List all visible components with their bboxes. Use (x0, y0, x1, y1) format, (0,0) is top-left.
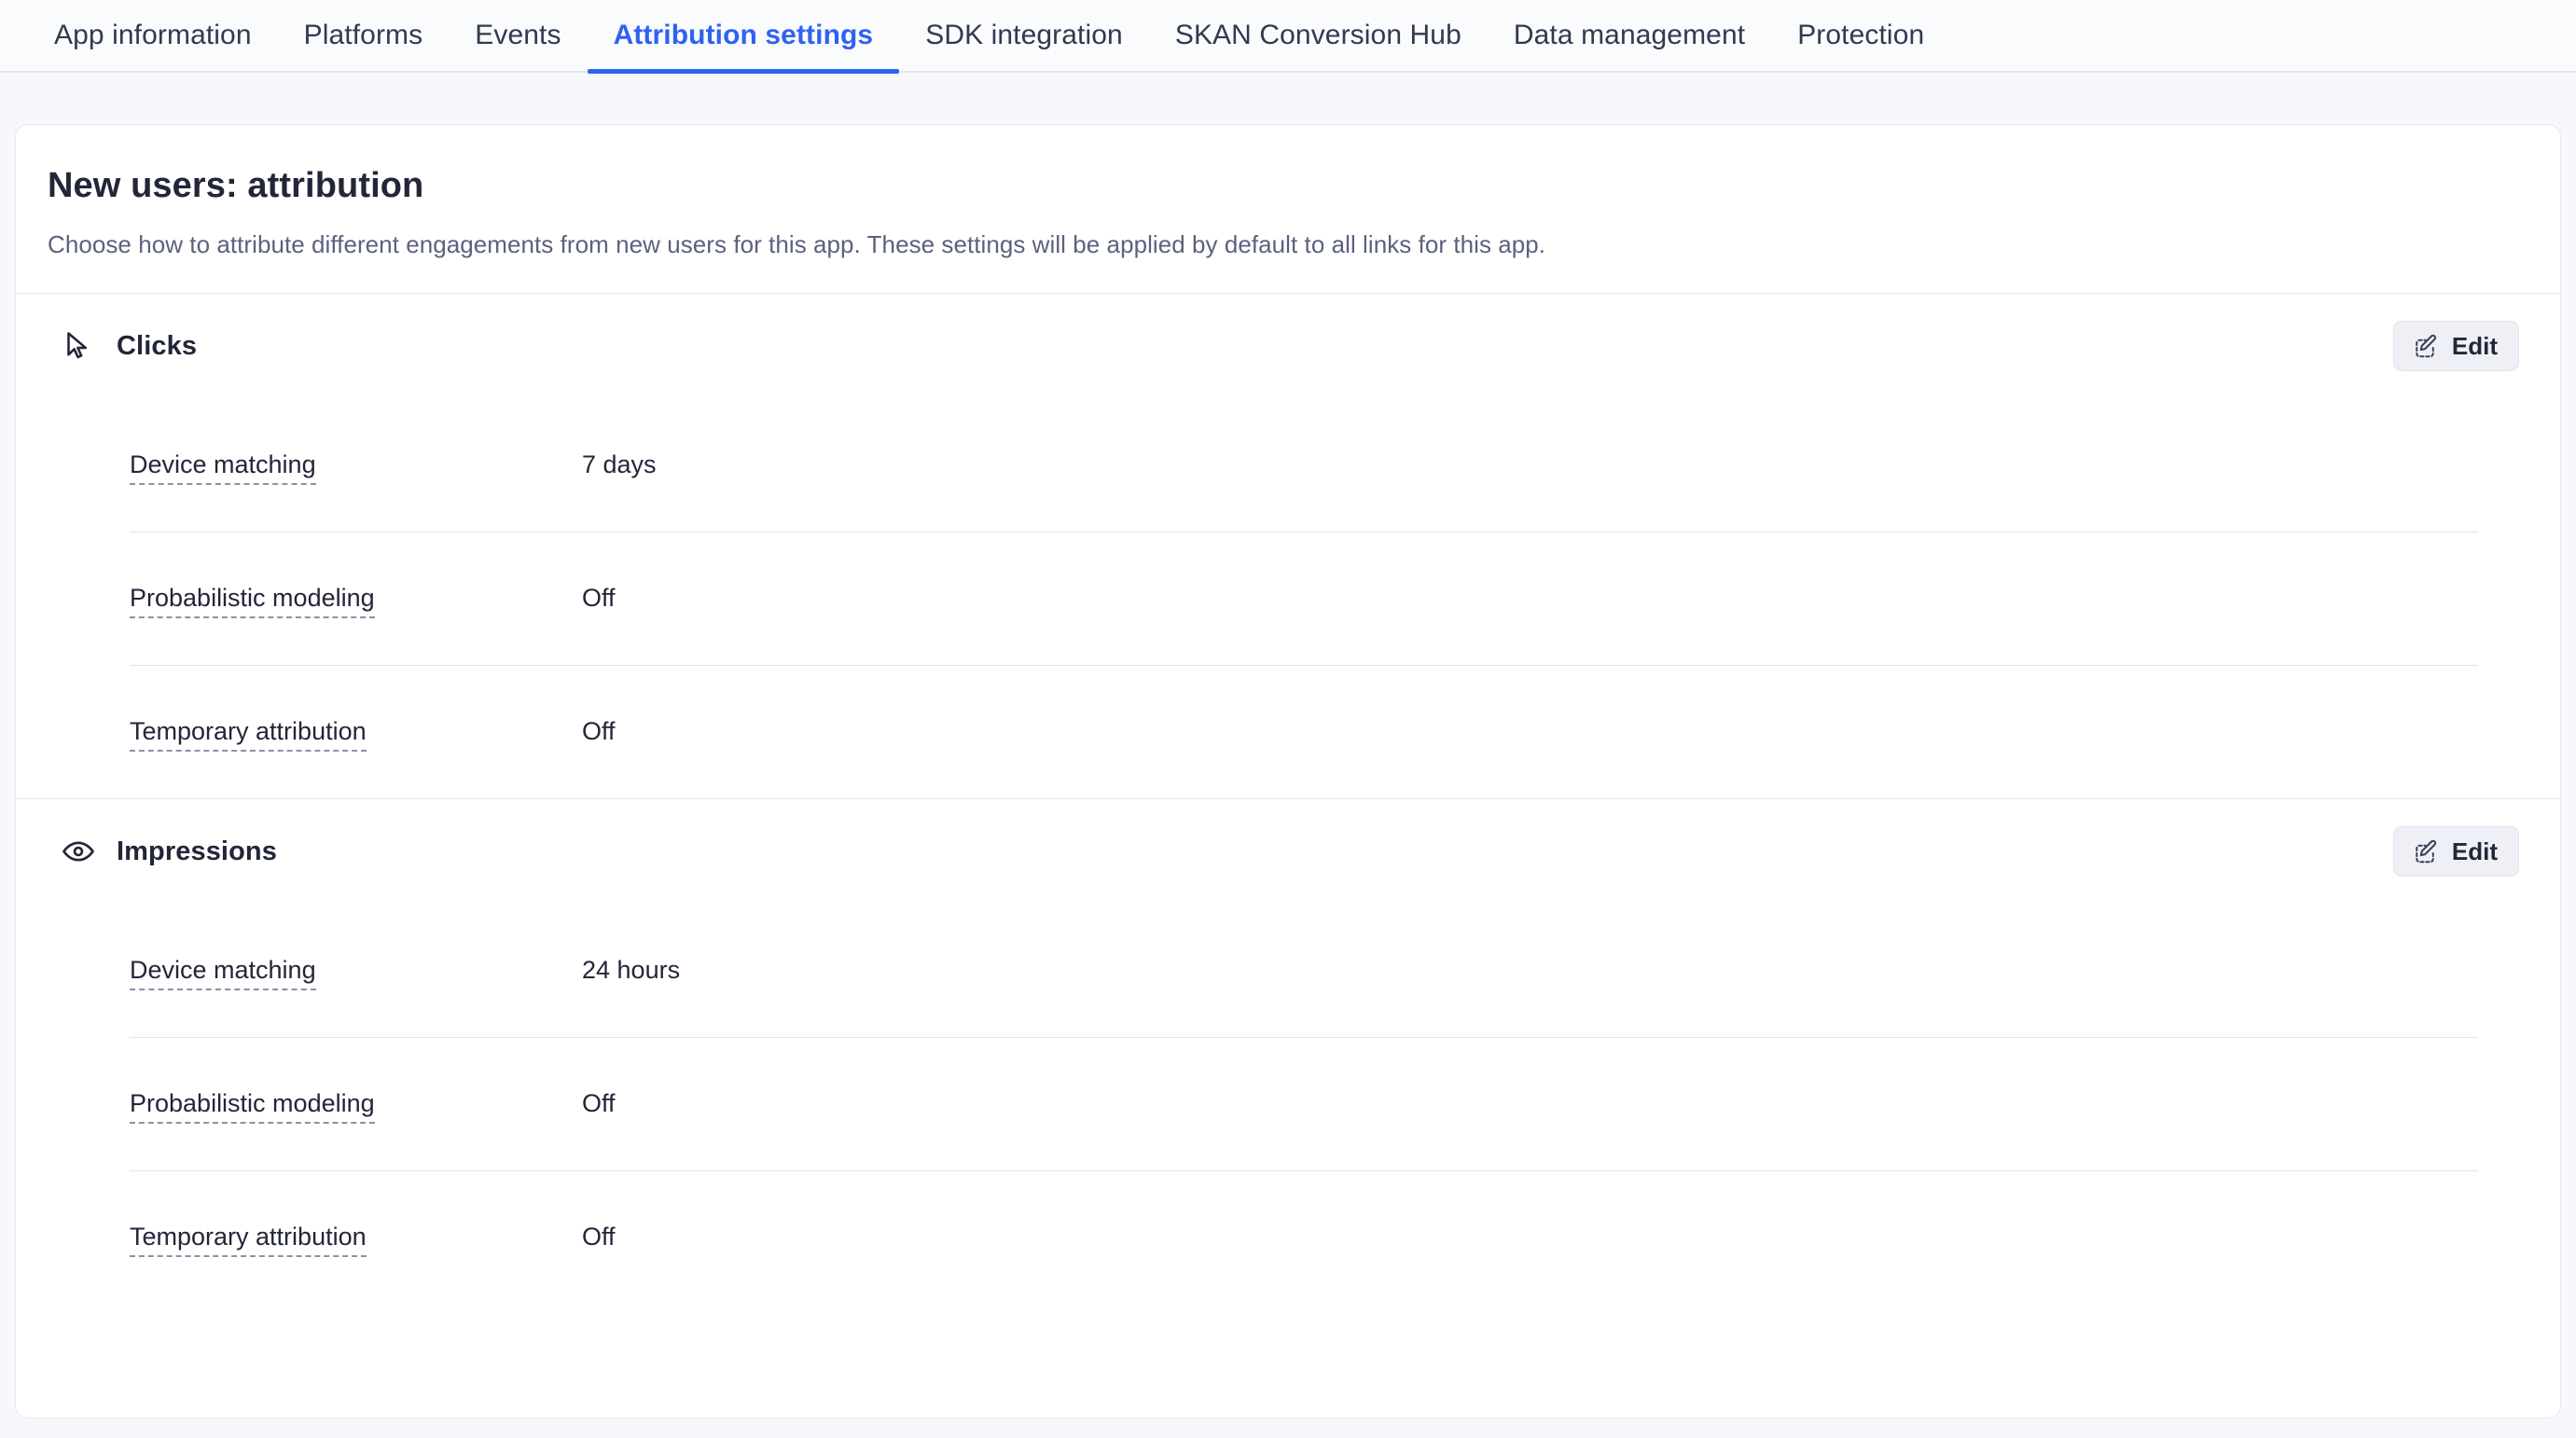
setting-value-probabilistic-modeling: Off (582, 1089, 616, 1117)
edit-clicks-label: Edit (2451, 331, 2498, 360)
section-clicks: Clicks Edit Device matching 7 days Proba… (16, 294, 2560, 798)
page-subtitle: Choose how to attribute different engage… (48, 230, 1546, 258)
setting-value-device-matching: 7 days (582, 450, 657, 478)
row-label: Temporary attribution (130, 1223, 582, 1257)
row-clicks-device-matching: Device matching 7 days (130, 398, 2478, 532)
edit-impressions-label: Edit (2451, 837, 2498, 865)
section-impressions-header: Impressions Edit (48, 799, 2528, 904)
row-clicks-temporary-attribution: Temporary attribution Off (130, 665, 2478, 798)
tab-app-information[interactable]: App information (28, 0, 278, 72)
row-label: Device matching (130, 956, 582, 990)
row-label: Device matching (130, 450, 582, 485)
clicks-settings-list: Device matching 7 days Probabilistic mod… (48, 398, 2528, 798)
tab-protection[interactable]: Protection (1771, 0, 1950, 72)
row-impressions-probabilistic-modeling: Probabilistic modeling Off (130, 1037, 2478, 1170)
row-impressions-device-matching: Device matching 24 hours (130, 904, 2478, 1037)
setting-name-probabilistic-modeling[interactable]: Probabilistic modeling (130, 1089, 375, 1124)
page-title: New users: attribution (48, 166, 424, 205)
section-impressions: Impressions Edit Device matching 24 hour… (16, 799, 2560, 1304)
attribution-settings-card: New users: attribution Choose how to att… (15, 124, 2561, 1418)
setting-name-temporary-attribution[interactable]: Temporary attribution (130, 717, 367, 752)
setting-value-device-matching: 24 hours (582, 956, 681, 984)
row-label: Temporary attribution (130, 717, 582, 752)
pencil-square-icon (2411, 837, 2439, 865)
tab-attribution-settings[interactable]: Attribution settings (587, 0, 900, 74)
eye-icon (61, 834, 96, 869)
setting-name-device-matching[interactable]: Device matching (130, 450, 316, 485)
edit-impressions-button[interactable]: Edit (2392, 826, 2519, 877)
setting-name-temporary-attribution[interactable]: Temporary attribution (130, 1223, 367, 1257)
settings-tab-bar: App information Platforms Events Attribu… (0, 0, 2576, 74)
card-header: New users: attribution Choose how to att… (16, 125, 2560, 293)
row-clicks-probabilistic-modeling: Probabilistic modeling Off (130, 532, 2478, 665)
setting-value-temporary-attribution: Off (582, 717, 616, 745)
row-impressions-temporary-attribution: Temporary attribution Off (130, 1170, 2478, 1304)
row-label: Probabilistic modeling (130, 584, 582, 618)
setting-value-probabilistic-modeling: Off (582, 584, 616, 612)
setting-name-probabilistic-modeling[interactable]: Probabilistic modeling (130, 584, 375, 618)
tab-platforms[interactable]: Platforms (278, 0, 450, 72)
setting-name-device-matching[interactable]: Device matching (130, 956, 316, 990)
impressions-settings-list: Device matching 24 hours Probabilistic m… (48, 904, 2528, 1304)
edit-clicks-button[interactable]: Edit (2392, 321, 2519, 371)
section-impressions-title: Impressions (117, 836, 277, 866)
pencil-square-icon (2411, 332, 2439, 360)
tab-events[interactable]: Events (449, 0, 587, 72)
tab-data-management[interactable]: Data management (1488, 0, 1771, 72)
setting-value-temporary-attribution: Off (582, 1223, 616, 1251)
section-clicks-title: Clicks (117, 330, 198, 361)
row-label: Probabilistic modeling (130, 1089, 582, 1124)
cursor-arrow-icon (61, 328, 96, 364)
section-clicks-header: Clicks Edit (48, 294, 2528, 398)
tab-skan-conversion-hub[interactable]: SKAN Conversion Hub (1149, 0, 1488, 72)
tab-sdk-integration[interactable]: SDK integration (899, 0, 1149, 72)
